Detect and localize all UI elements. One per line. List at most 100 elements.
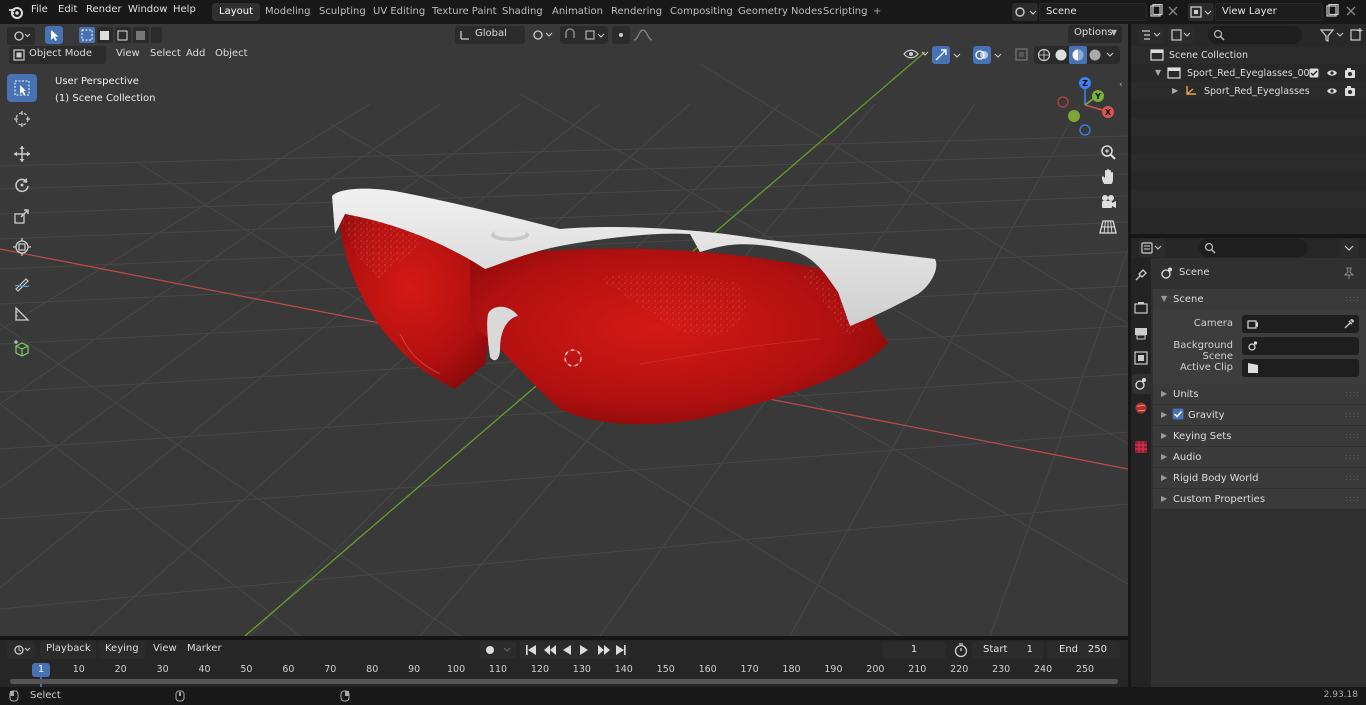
scene-selector-icon[interactable] [1012, 3, 1038, 21]
units-panel-header[interactable]: ▶ Units :::: [1153, 384, 1366, 404]
properties-search-input[interactable] [1199, 239, 1307, 257]
include-checkbox-icon[interactable] [1309, 68, 1319, 78]
pivot-point-icon[interactable] [530, 27, 556, 43]
tool-select-box[interactable] [7, 74, 37, 102]
tab-texture-paint[interactable]: Texture Paint [425, 3, 504, 21]
sidebar-toggle-icon[interactable]: ‹ [1119, 80, 1123, 90]
close-view-layer-icon[interactable] [1345, 4, 1357, 18]
menu-timeline-view[interactable]: View [147, 641, 183, 659]
shading-modes[interactable] [1034, 46, 1120, 64]
eye-icon[interactable] [1326, 85, 1338, 97]
camera-render-icon[interactable] [1344, 85, 1356, 97]
custom-properties-panel-header[interactable]: ▶ Custom Properties :::: [1153, 489, 1366, 509]
tab-shading[interactable]: Shading [495, 3, 550, 21]
menu-object[interactable]: Object [209, 46, 254, 64]
new-scene-icon[interactable] [1149, 4, 1163, 18]
gizmo-neg-z[interactable] [1079, 124, 1091, 136]
scene-name-field[interactable]: Scene [1039, 3, 1147, 21]
menu-file[interactable]: File [31, 4, 48, 15]
properties-options-icon[interactable] [1339, 239, 1359, 257]
tab-scene-icon[interactable] [1132, 374, 1151, 394]
current-frame-field[interactable]: 1 [882, 641, 946, 659]
tool-annotate[interactable] [7, 269, 37, 297]
audio-panel-header[interactable]: ▶ Audio :::: [1153, 447, 1366, 467]
tool-add-cube[interactable] [7, 335, 37, 363]
menu-render[interactable]: Render [86, 4, 122, 15]
stopwatch-icon[interactable] [953, 642, 969, 658]
active-clip-field[interactable] [1242, 359, 1359, 377]
timeline-editor-type-icon[interactable] [7, 641, 35, 659]
tool-rotate[interactable] [7, 171, 37, 199]
tab-compositing[interactable]: Compositing [663, 3, 740, 21]
playback-dropdown[interactable]: Playback [40, 641, 96, 659]
visibility-icon[interactable] [902, 46, 932, 62]
gizmo-toggle-icon[interactable] [932, 46, 950, 64]
xray-toggle-icon[interactable] [1014, 47, 1030, 63]
pan-hand-icon[interactable] [1099, 168, 1117, 186]
scene-panel-header[interactable]: ▼ Scene :::: [1153, 289, 1366, 309]
tab-world-icon[interactable] [1134, 401, 1148, 415]
menu-add[interactable]: Add [180, 46, 211, 64]
record-button[interactable] [480, 641, 516, 659]
overlays-dropdown-icon[interactable] [993, 49, 1003, 61]
eyeglasses-model[interactable] [332, 188, 937, 425]
zoom-icon[interactable] [1099, 143, 1117, 161]
menu-marker[interactable]: Marker [181, 641, 228, 659]
tab-geometry-nodes[interactable]: Geometry Nodes [731, 3, 829, 21]
pin-icon[interactable] [1343, 266, 1355, 280]
blender-logo-icon[interactable] [8, 4, 24, 20]
filter-icon[interactable] [1319, 27, 1349, 43]
outliner-row-collection[interactable]: ▼ Sport_Red_Eyeglasses_001 [1131, 64, 1366, 82]
camera-field[interactable] [1242, 315, 1359, 333]
drag-grip-icon[interactable]: :::: [1345, 473, 1360, 482]
tool-scale[interactable] [7, 202, 37, 230]
end-frame-field[interactable]: End 250 [1046, 641, 1120, 659]
tab-sculpting[interactable]: Sculpting [312, 3, 373, 21]
outliner-row-object[interactable]: ▶ Sport_Red_Eyeglasses [1131, 82, 1366, 100]
gizmo-neg-y[interactable] [1068, 110, 1080, 122]
expand-chevron-icon[interactable]: ▶ [1172, 86, 1178, 95]
eyedropper-icon[interactable] [1343, 318, 1355, 330]
keying-dropdown[interactable]: Keying [99, 641, 145, 659]
options-dropdown[interactable]: Options ▼ [1068, 25, 1122, 43]
3d-viewport[interactable]: Object Mode View Select Add Object Globa… [0, 24, 1128, 636]
drag-grip-icon[interactable]: :::: [1345, 294, 1360, 303]
start-frame-field[interactable]: Start 1 [972, 641, 1044, 659]
perspective-toggle-icon[interactable] [1099, 218, 1117, 236]
menu-view[interactable]: View [110, 46, 146, 64]
new-collection-icon[interactable] [1350, 27, 1364, 43]
display-mode-icon[interactable] [1168, 26, 1194, 44]
background-scene-field[interactable] [1242, 337, 1359, 355]
tab-tool-icon[interactable] [1134, 268, 1148, 282]
proportional-editing-icon[interactable] [612, 26, 656, 44]
selection-mode-icons[interactable] [78, 27, 162, 43]
close-scene-icon[interactable] [1167, 4, 1179, 18]
gizmo-dropdown-icon[interactable] [952, 49, 962, 61]
add-workspace-button[interactable]: + [866, 3, 888, 21]
tab-texture-icon[interactable] [1134, 440, 1148, 454]
eye-icon[interactable] [1326, 67, 1338, 79]
tool-cursor[interactable] [7, 105, 37, 133]
outliner-search-input[interactable] [1208, 26, 1302, 44]
snap-icon[interactable] [560, 26, 608, 44]
tab-animation[interactable]: Animation [545, 3, 610, 21]
view-layer-selector-icon[interactable] [1188, 3, 1214, 21]
tool-transform[interactable] [7, 233, 37, 261]
new-view-layer-icon[interactable] [1325, 4, 1339, 18]
menu-help[interactable]: Help [173, 4, 196, 15]
navigation-gizmo[interactable]: Z Y X [1052, 76, 1118, 140]
tab-modeling[interactable]: Modeling [258, 3, 318, 21]
tool-measure[interactable] [7, 300, 37, 328]
select-tool-icon[interactable] [45, 26, 63, 44]
drag-grip-icon[interactable]: :::: [1345, 389, 1360, 398]
outliner-editor-type-icon[interactable] [1138, 26, 1164, 44]
timeline-scrollbar[interactable] [10, 679, 1118, 684]
menu-edit[interactable]: Edit [58, 4, 77, 15]
gravity-checkbox-icon[interactable] [1172, 408, 1184, 420]
overlays-toggle-icon[interactable] [973, 46, 991, 64]
camera-render-icon[interactable] [1344, 67, 1356, 79]
menu-window[interactable]: Window [128, 4, 167, 15]
drag-grip-icon[interactable]: :::: [1345, 452, 1360, 461]
tab-rendering[interactable]: Rendering [604, 3, 669, 21]
drag-grip-icon[interactable]: :::: [1345, 410, 1360, 419]
